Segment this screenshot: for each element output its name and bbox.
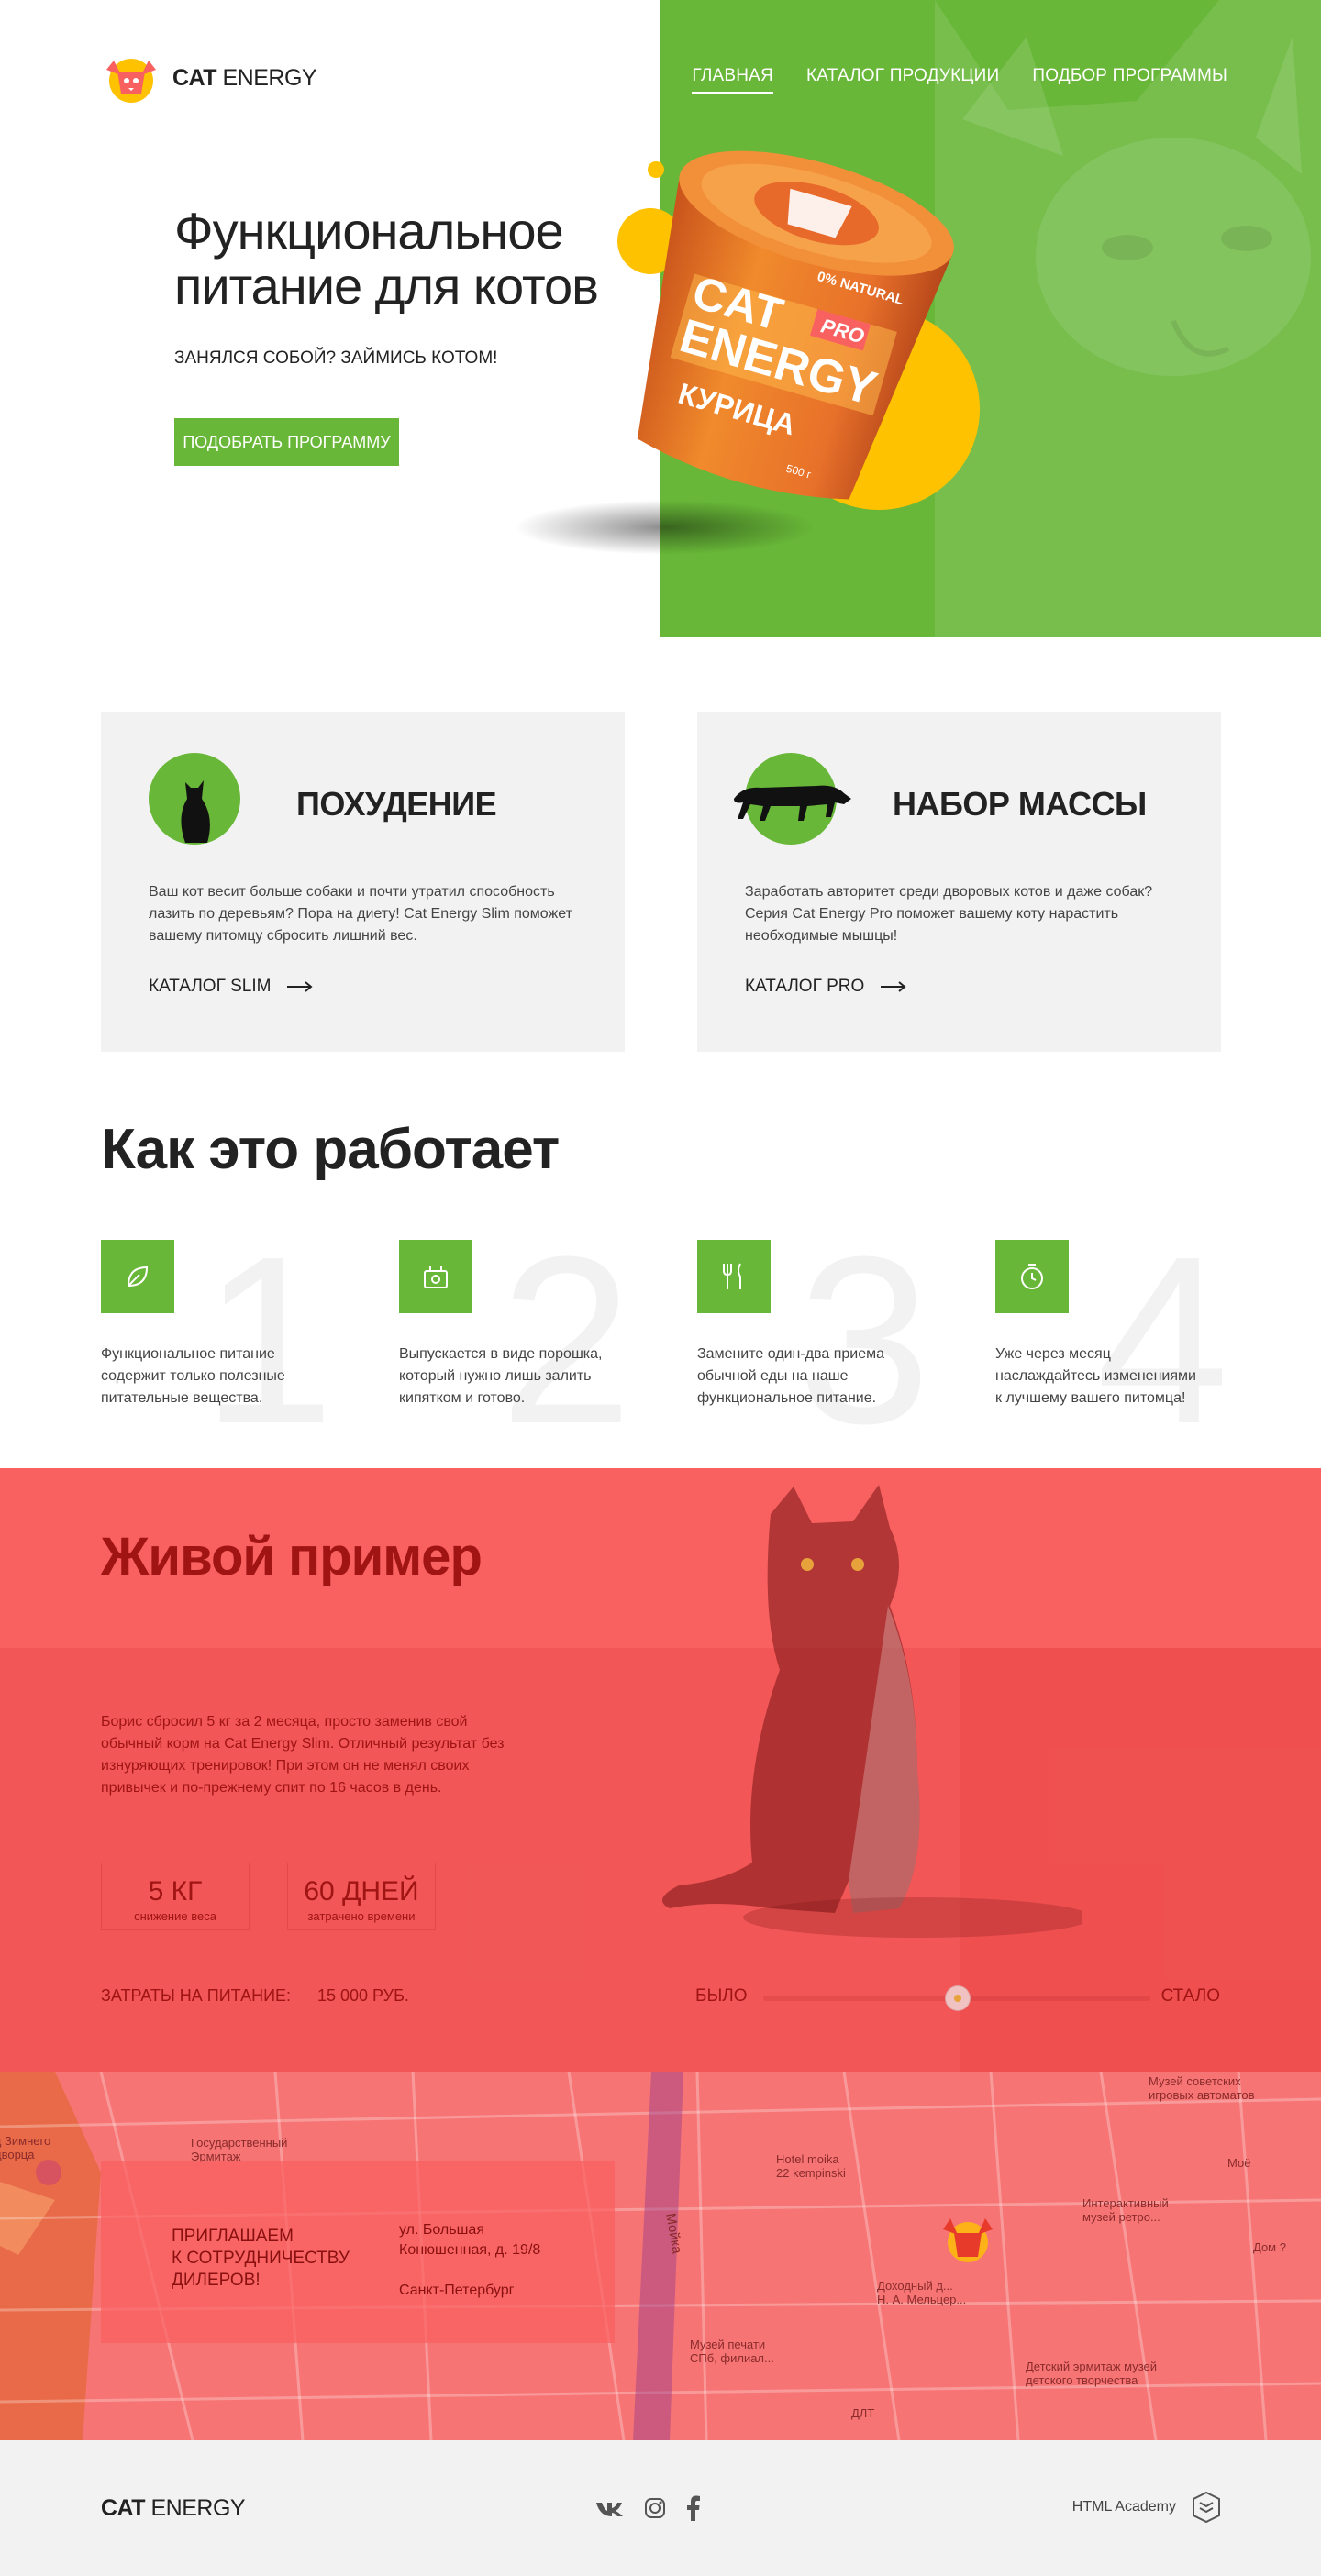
cutlery-icon <box>697 1240 771 1313</box>
step-text: Выпускается в виде порошка, который нужн… <box>399 1346 603 1406</box>
stat-label: затрачено времени <box>307 1909 416 1923</box>
slider-thumb[interactable] <box>945 1985 971 2011</box>
step-item: 2 Выпускается в виде порошка, который ну… <box>399 1222 674 1469</box>
catalog-pro-link[interactable]: КАТАЛОГ PRO <box>745 977 906 997</box>
nav-home[interactable]: ГЛАВНАЯ <box>692 66 773 94</box>
dealers-title: ПРИГЛАШАЕМ К СОТРУДНИЧЕСТВУ ДИЛЕРОВ! <box>172 2227 350 2290</box>
logo[interactable]: CAT ENERGY <box>101 51 317 105</box>
map-label-interactive: Интерактивный музей ретро... <box>1082 2196 1169 2224</box>
city: Санкт-Петербург <box>399 2283 515 2298</box>
step-item: 1 Функциональное питание содержит только… <box>101 1222 376 1469</box>
nav-program[interactable]: ПОДБОР ПРОГРАММЫ <box>1032 66 1227 94</box>
card-text: Ваш кот весит больше собаки и почти утра… <box>149 884 572 944</box>
leaf-icon <box>101 1240 174 1313</box>
card-title: ПОХУДЕНИЕ <box>296 785 497 823</box>
cat-photo-icon <box>662 1485 1082 1938</box>
step-item: 3 Замените один-два приема обычной еды н… <box>697 1222 972 1469</box>
step-text: Замените один-два приема обычной еды на … <box>697 1346 885 1406</box>
nav-catalog[interactable]: КАТАЛОГ ПРОДУКЦИИ <box>806 66 999 94</box>
vk-icon[interactable] <box>594 2499 624 2517</box>
map-label-dom: Дом ? <box>1253 2240 1286 2254</box>
cost-label: ЗАТРАТЫ НА ПИТАНИЕ: <box>101 1986 292 2005</box>
slider-before-label[interactable]: БЫЛО <box>695 1986 748 2007</box>
map-label-hermitage: Государственный Эрмитаж <box>191 2136 288 2163</box>
map-label-print-museum: Музей печати СПб, филиал... <box>690 2338 774 2365</box>
card-text: Заработать авторитет среди дворовых кото… <box>745 884 1153 944</box>
step-text: Уже через месяц наслаждайтесь изменениям… <box>995 1346 1196 1406</box>
dealers-card: ПРИГЛАШАЕМ К СОТРУДНИЧЕСТВУ ДИЛЕРОВ! ул.… <box>101 2161 615 2343</box>
cost-value: 15 000 РУБ. <box>317 1986 409 2005</box>
card-slim: ПОХУДЕНИЕ Ваш кот весит больше собаки и … <box>101 712 625 1052</box>
step-number: 1 <box>202 1208 335 1474</box>
step-item: 4 Уже через месяц наслаждайтесь изменени… <box>995 1222 1271 1469</box>
step-number: 2 <box>500 1208 633 1474</box>
stat-label: снижение веса <box>134 1909 216 1923</box>
arrow-right-icon <box>287 981 314 992</box>
instagram-icon[interactable] <box>644 2497 666 2519</box>
select-program-button[interactable]: ПОДОБРАТЬ ПРОГРАММУ <box>174 418 399 466</box>
map-label-hotel: Hotel moika 22 kempinski <box>776 2152 846 2180</box>
map-pin-icon[interactable] <box>936 2209 1000 2273</box>
card-title: НАБОР МАССЫ <box>893 785 1147 823</box>
example-section: Живой пример Борис сбросил 5 кг за 2 мес… <box>0 1468 1321 2072</box>
stat-value: 60 ДНЕЙ <box>304 1876 419 1907</box>
map-label-museum-soviet: Музей советских игровых автоматов <box>1149 2074 1255 2102</box>
example-text: Борис сбросил 5 кг за 2 месяца, просто з… <box>101 1714 505 1796</box>
cat-sitting-icon <box>149 753 240 845</box>
footer: CAT ENERGY HTML Academy <box>0 2440 1321 2576</box>
academy-text: HTML Academy <box>1071 2499 1176 2515</box>
card-pro: НАБОР МАССЫ Заработать авторитет среди д… <box>697 712 1221 1052</box>
kettle-icon <box>399 1240 472 1313</box>
stat-days: 60 ДНЕЙ затрачено времени <box>287 1863 436 1930</box>
slider-after-label[interactable]: СТАЛО <box>1161 1986 1220 2007</box>
step-number: 3 <box>798 1208 931 1474</box>
map-label-children-hermitage: Детский эрмитаж музей детского творчеств… <box>1026 2360 1158 2387</box>
catalog-slim-link[interactable]: КАТАЛОГ SLIM <box>149 977 314 997</box>
social-links <box>594 2495 701 2521</box>
stat-weight: 5 КГ снижение веса <box>101 1863 250 1930</box>
facebook-icon[interactable] <box>686 2495 701 2521</box>
hero-subtitle: ЗАНЯЛСЯ СОБОЙ? ЗАЙМИСЬ КОТОМ! <box>174 348 498 368</box>
logo-text: CAT ENERGY <box>172 64 317 91</box>
map-section[interactable]: ц Зимнего дворца Государственный Эрмитаж… <box>0 2072 1321 2440</box>
hero-section: CAT ENERGY ГЛАВНАЯ КАТАЛОГ ПРОДУКЦИИ ПОД… <box>0 0 1321 637</box>
how-title: Как это работает <box>101 1118 560 1181</box>
arrow-right-icon <box>881 981 906 992</box>
map-label-winter-palace: ц Зимнего дворца <box>0 2134 51 2161</box>
address: ул. Большая Конюшенная, д. 19/8 <box>399 2222 541 2258</box>
timer-icon <box>995 1240 1069 1313</box>
step-number: 4 <box>1096 1208 1229 1474</box>
map-label-moi: Моё <box>1227 2156 1251 2170</box>
example-title: Живой пример <box>101 1527 483 1587</box>
html-academy-icon <box>1193 2492 1220 2523</box>
map-label-dlt: ДЛТ <box>851 2406 875 2420</box>
stat-value: 5 КГ <box>148 1876 203 1907</box>
main-nav: ГЛАВНАЯ КАТАЛОГ ПРОДУКЦИИ ПОДБОР ПРОГРАМ… <box>692 66 1227 94</box>
product-shadow <box>514 500 816 555</box>
footer-logo[interactable]: CAT ENERGY <box>101 2495 246 2522</box>
step-text: Функциональное питание содержит только п… <box>101 1346 285 1406</box>
panther-icon <box>734 753 851 845</box>
cat-logo-icon <box>106 59 156 103</box>
hero-title: Функциональное питание для котов <box>174 202 599 315</box>
map-label-income-house: Доходный д... Н. А. Мельцер... <box>877 2279 967 2306</box>
html-academy-link[interactable]: HTML Academy <box>1072 2492 1220 2523</box>
